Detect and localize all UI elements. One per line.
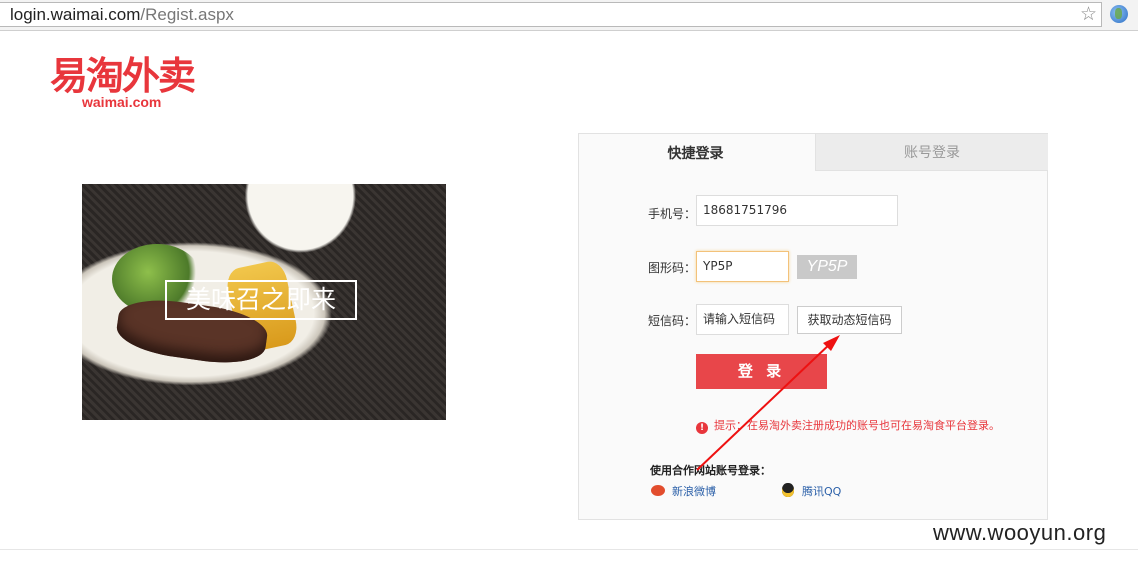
qq-label: 腾讯QQ (802, 485, 842, 498)
qq-penguin-icon (782, 483, 794, 497)
logo-name-cn: 易淘外卖 (50, 54, 196, 98)
bookmark-star-icon[interactable]: ☆ (1080, 3, 1097, 25)
weibo-icon (651, 485, 665, 496)
partner-login-title: 使用合作网站账号登录： (650, 464, 771, 477)
qq-login-link[interactable]: 腾讯QQ (782, 483, 841, 499)
logo-name-en: waimai.com (82, 94, 162, 110)
captcha-label: 图形码： (648, 261, 697, 275)
banner-slogan: 美味召之即来 (165, 280, 357, 320)
address-bar-url[interactable]: login.waimai.com/Regist.aspx (10, 5, 234, 25)
watermark-text: www.wooyun.org (933, 520, 1107, 545)
tip-text: 提示：在易淘外卖注册成功的账号也可在易淘食平台登录。 (714, 419, 1000, 432)
tab-account-login[interactable]: 账号登录 (815, 134, 1048, 171)
tab-quick-login[interactable]: 快捷登录 (579, 134, 812, 171)
login-button[interactable]: 登 录 (696, 354, 827, 389)
url-path: /Regist.aspx (140, 5, 234, 24)
phone-input[interactable]: 18681751796 (696, 195, 898, 226)
food-banner-image: 美味召之即来 (82, 184, 446, 420)
url-host: login.waimai.com (10, 5, 141, 24)
sms-code-label: 短信码： (648, 314, 697, 328)
login-panel: 快捷登录 账号登录 手机号： 18681751796 图形码： YP5P YP5… (578, 133, 1048, 520)
get-sms-code-button[interactable]: 获取动态短信码 (797, 306, 902, 334)
captcha-input[interactable]: YP5P (696, 251, 789, 282)
login-tip: ! 提示：在易淘外卖注册成功的账号也可在易淘食平台登录。 (696, 417, 1000, 434)
weibo-login-link[interactable]: 新浪微博 (651, 483, 716, 499)
footer-divider (0, 549, 1138, 550)
phone-label: 手机号： (648, 207, 697, 221)
browser-toolbar: login.waimai.com/Regist.aspx ☆ (0, 0, 1138, 31)
alert-icon: ! (696, 422, 708, 434)
site-logo[interactable]: 易淘外卖 waimai.com (50, 54, 196, 110)
weibo-label: 新浪微博 (672, 485, 716, 498)
address-bar[interactable]: login.waimai.com/Regist.aspx ☆ (0, 2, 1102, 27)
sms-code-input[interactable]: 请输入短信码 (696, 304, 789, 335)
globe-icon[interactable] (1110, 5, 1128, 23)
captcha-image[interactable]: YP5P (797, 255, 857, 279)
